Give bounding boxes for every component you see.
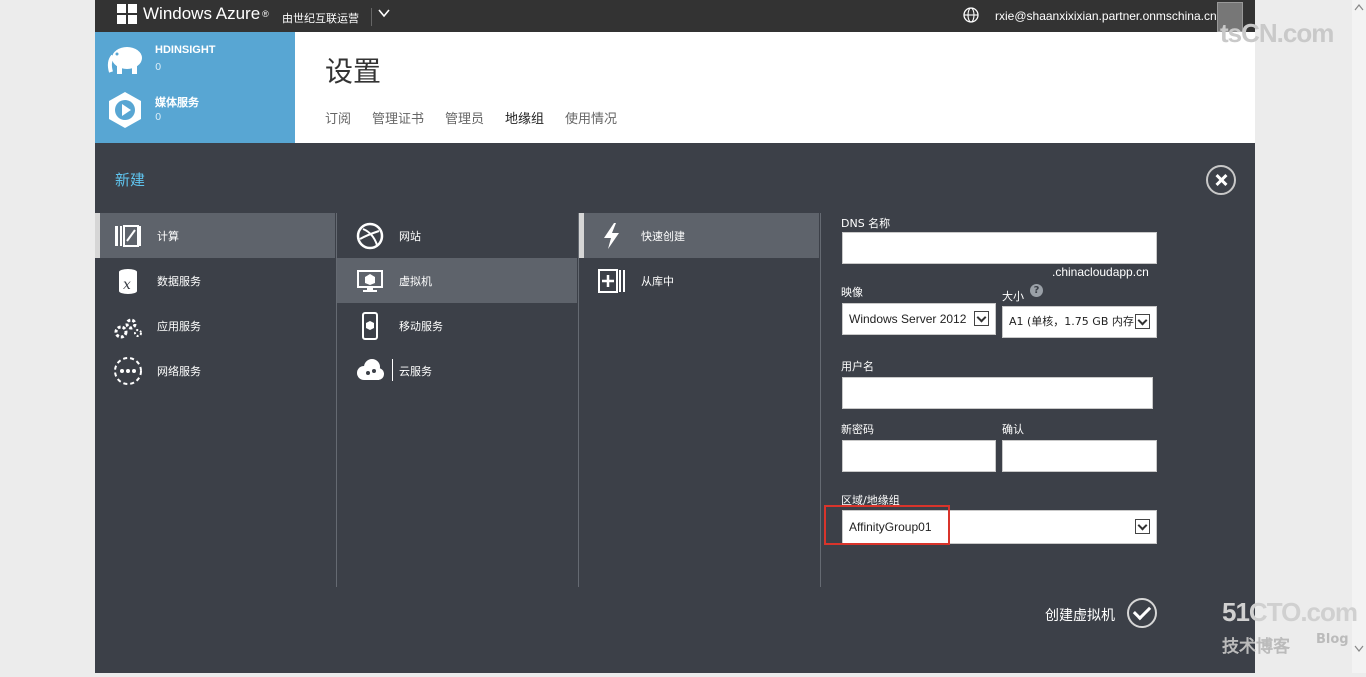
cloud-icon [355,356,385,386]
help-icon[interactable]: ? [1030,284,1043,297]
chevron-down-icon [1135,519,1150,534]
menu-item-label: 数据服务 [157,275,201,288]
size-select[interactable]: A1 (单核，1.75 GB 内存 [1002,306,1157,338]
menu-item-label: 快速创建 [641,230,685,243]
sidebar-item-label: 媒体服务 [155,97,199,109]
tab-affinity-groups[interactable]: 地缘组 [505,108,544,127]
chevron-down-icon [974,311,989,326]
brand-name: Windows Azure [143,4,261,23]
subscription-label: 由世纪互联运营 [282,12,359,25]
sidebar-item-label: HDINSIGHT [155,44,216,56]
username-label: 用户名 [841,360,874,373]
service-column: 网站 虚拟机 移动服务 云服务 [337,213,577,587]
image-select[interactable]: Windows Server 2012 [842,303,996,335]
dns-name-label: DNS 名称 [841,217,891,230]
menu-item-network-services[interactable]: 网络服务 [95,348,335,393]
tab-usage[interactable]: 使用情况 [565,108,617,127]
chevron-down-icon [1135,314,1150,329]
new-password-input[interactable] [842,440,996,472]
windows-logo-icon [117,4,137,24]
top-bar: Windows Azure ® 由世纪互联运营 rxie@shaanxixixia… [95,0,1255,32]
gallery-icon [597,266,627,296]
sidebar-item-hdinsight[interactable]: HDINSIGHT 0 [105,40,295,80]
dns-suffix: .chinacloudapp.cn [1052,265,1149,279]
vm-icon [355,266,385,296]
sidebar-item-count: 0 [155,62,162,73]
lightning-icon [597,221,627,251]
globe-icon[interactable] [963,7,979,23]
watermark-logo: 51CTO.com [1222,597,1358,627]
compute-icon [113,221,143,251]
category-column: 计算 x 数据服务 应用服务 网络服务 [95,213,335,587]
menu-item-label: 应用服务 [157,320,201,333]
menu-item-label: 网络服务 [157,365,201,378]
panel-title: 新建 [115,171,146,189]
menu-item-label: 计算 [157,230,179,243]
mobile-icon [355,311,385,341]
sidebar-item-media[interactable]: 媒体服务 0 [105,90,295,130]
menu-item-label: 虚拟机 [399,275,432,288]
scrollbar[interactable] [1352,0,1366,673]
method-column: 快速创建 从库中 [579,213,819,587]
menu-item-data-services[interactable]: x 数据服务 [95,258,335,303]
dns-name-input[interactable] [842,232,1157,264]
azure-logo[interactable]: Windows Azure ® [117,4,269,24]
media-icon [105,90,145,130]
sidebar-item-count: 0 [155,112,162,123]
confirm-password-label: 确认 [1002,423,1024,436]
new-password-label: 新密码 [841,423,874,436]
size-label: 大小 [1002,290,1024,303]
menu-item-label: 移动服务 [399,320,443,333]
elephant-icon [105,40,145,80]
data-icon: x [113,266,143,296]
menu-item-label: 从库中 [641,275,674,288]
user-email[interactable]: rxie@shaanxixixian.partner.onmschina.cn [995,9,1217,23]
website-icon [355,221,385,251]
create-vm-label[interactable]: 创建虚拟机 [1045,605,1115,625]
menu-item-label: 云服务 [399,365,432,378]
divider [371,8,372,26]
menu-item-cloud-services[interactable]: 云服务 [337,348,577,393]
divider [392,359,393,381]
page-title: 设置 [325,55,382,88]
svg-text:x: x [123,277,131,293]
create-vm-button[interactable] [1127,598,1157,628]
image-label: 映像 [841,286,863,299]
username-input[interactable] [842,377,1153,409]
close-button[interactable] [1206,165,1236,195]
image-select-value: Windows Server 2012 [849,312,967,326]
network-icon [113,356,143,386]
watermark-blog: Blog [1316,632,1349,647]
menu-item-mobile-services[interactable]: 移动服务 [337,303,577,348]
menu-item-virtual-machine[interactable]: 虚拟机 [337,258,577,303]
chevron-down-icon[interactable] [377,6,391,24]
size-select-value: A1 (单核，1.75 GB 内存 [1009,315,1134,328]
menu-item-website[interactable]: 网站 [337,213,577,258]
divider [820,213,821,587]
menu-item-compute[interactable]: 计算 [95,213,335,258]
watermark-top: tsCN.com [1220,18,1334,48]
menu-item-app-services[interactable]: 应用服务 [95,303,335,348]
menu-item-from-gallery[interactable]: 从库中 [579,258,819,303]
sidebar: HDINSIGHT 0 媒体服务 0 [95,32,295,143]
highlight-box [824,505,950,545]
menu-item-quick-create[interactable]: 快速创建 [579,213,819,258]
app-services-icon [113,311,143,341]
confirm-password-input[interactable] [1002,440,1157,472]
menu-item-label: 网站 [399,230,421,243]
watermark-subtitle: 技术博客 [1222,637,1290,657]
settings-header: 设置 订阅 管理证书 管理员 地缘组 使用情况 [295,32,1255,143]
brand-mark: ® [262,9,269,19]
tab-subscriptions[interactable]: 订阅 [325,108,351,127]
new-panel: 新建 计算 x 数据服务 应用服务 网络服务 网站 虚拟机 移动服务 云服务 快… [95,143,1255,673]
tab-administrators[interactable]: 管理员 [445,108,484,127]
tab-management-certificates[interactable]: 管理证书 [372,108,424,127]
